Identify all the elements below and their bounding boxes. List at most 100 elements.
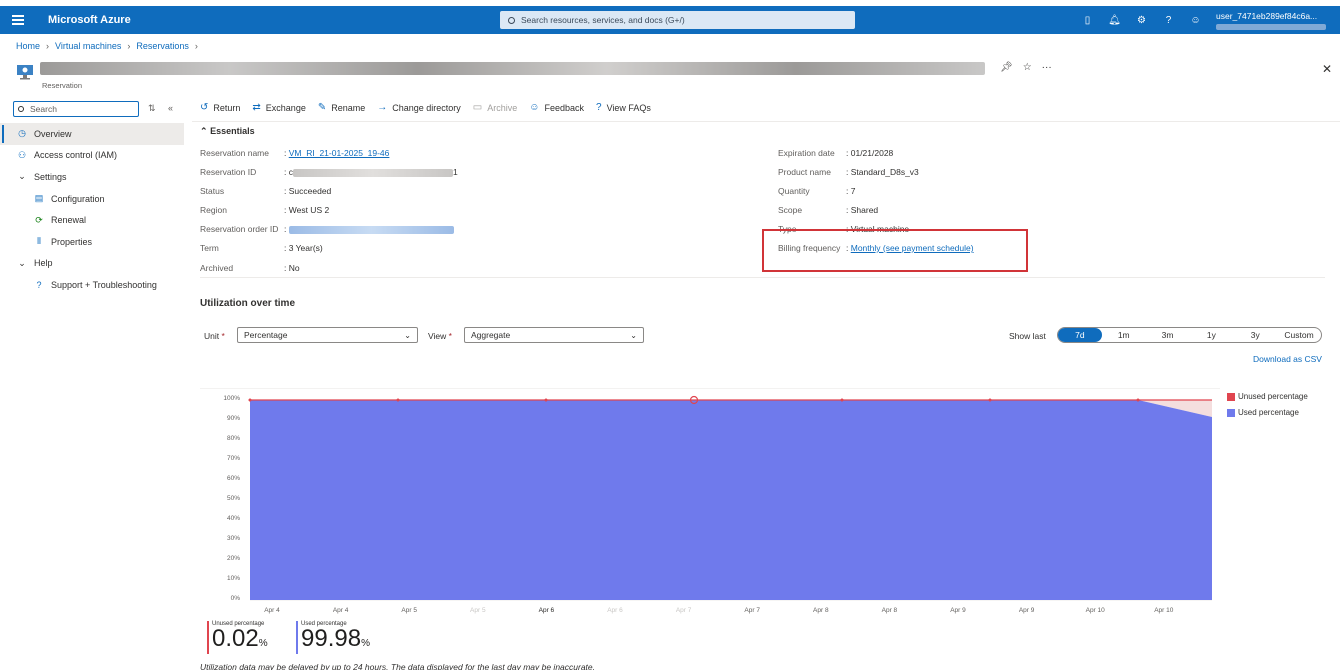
view-faqs-button[interactable]: ? View FAQs xyxy=(596,102,651,113)
help-icon[interactable]: ? xyxy=(1155,6,1182,34)
command-bar: ↺ Return ⇄ Exchange ✎ Rename → Change direct… xyxy=(200,102,663,113)
reservation-id-end: 1 xyxy=(452,167,458,177)
order-id-link-redacted[interactable] xyxy=(288,225,454,234)
breadcrumb-virtual-machines[interactable]: Virtual machines xyxy=(55,41,121,51)
properties-icon: ⫴ xyxy=(37,236,41,247)
range-option-1y[interactable]: 1y xyxy=(1189,328,1233,342)
essentials-region: Region : West US 2 xyxy=(200,205,329,215)
essentials-title: Essentials xyxy=(210,126,255,136)
change-directory-button[interactable]: → Change directory xyxy=(377,102,461,113)
chevron-up-icon: ⌃ xyxy=(200,126,208,136)
cloud-shell-icon[interactable]: ▯ xyxy=(1074,6,1101,34)
data-delay-note: Utilization data may be delayed by up to… xyxy=(200,662,596,670)
breadcrumb-reservations[interactable]: Reservations xyxy=(136,41,189,51)
feedback-icon[interactable]: ☺ xyxy=(1182,6,1209,34)
expiration-value: 01/21/2028 xyxy=(850,148,894,158)
essentials-toggle[interactable]: ⌃ Essentials xyxy=(200,126,255,137)
page-title-redacted xyxy=(40,62,985,75)
overview-icon: ◷ xyxy=(18,128,26,139)
more-options-icon[interactable]: ··· xyxy=(1042,62,1052,73)
sidebar-item-configuration[interactable]: ▤ Configuration xyxy=(0,188,184,210)
range-option-3m[interactable]: 3m xyxy=(1146,328,1190,342)
essentials-product-name: Product name : Standard_D8s_v3 xyxy=(778,167,919,177)
sidebar-item-help[interactable]: ⌄ Help xyxy=(0,253,184,275)
field-value: : xyxy=(284,224,454,234)
arrow-right-icon: → xyxy=(377,102,388,113)
x-tick-label: Apr 7 xyxy=(675,607,692,614)
kpi-color-bar xyxy=(296,621,298,654)
utilization-chart-frame xyxy=(200,388,1220,616)
return-button[interactable]: ↺ Return xyxy=(200,102,240,113)
breadcrumb-separator-icon: › xyxy=(194,41,198,51)
sidebar-item-properties[interactable]: ⫴ Properties xyxy=(0,231,184,253)
essentials-scope: Scope : Shared xyxy=(778,205,878,215)
sidebar-item-support-troubleshooting[interactable]: ? Support + Troubleshooting xyxy=(0,274,184,296)
portal-brand[interactable]: Microsoft Azure xyxy=(48,14,131,26)
field-label: Expiration date xyxy=(778,148,835,158)
exchange-button[interactable]: ⇄ Exchange xyxy=(252,102,305,113)
sidebar-item-renewal[interactable]: ⟳ Renewal xyxy=(0,209,184,231)
unit-dropdown[interactable]: Percentage ⌄ xyxy=(237,327,418,343)
sidebar-search-input[interactable]: Search xyxy=(13,101,139,117)
close-icon[interactable]: ✕ xyxy=(1322,62,1332,76)
reservation-name-link[interactable]: VM_RI_21-01-2025_19-46 xyxy=(289,148,390,158)
field-label: Quantity xyxy=(778,186,810,196)
sidebar-item-settings[interactable]: ⌄ Settings xyxy=(0,166,184,188)
field-value: : 01/21/2028 xyxy=(846,148,894,158)
field-label: Reservation order ID xyxy=(200,224,279,234)
view-dropdown[interactable]: Aggregate ⌄ xyxy=(464,327,644,343)
highlight-box xyxy=(762,229,1028,272)
range-option-custom[interactable]: Custom xyxy=(1277,328,1321,342)
essentials-term: Term : 3 Year(s) xyxy=(200,243,323,253)
global-search-input[interactable]: Search resources, services, and docs (G+… xyxy=(500,11,855,29)
field-value: : 3 Year(s) xyxy=(284,243,323,253)
breadcrumb: Home › Virtual machines › Reservations › xyxy=(16,41,198,51)
essentials-archived: Archived : No xyxy=(200,263,300,273)
range-option-7d[interactable]: 7d xyxy=(1058,328,1102,342)
field-value: : Shared xyxy=(846,205,879,215)
y-tick-label: 10% xyxy=(226,575,240,582)
sidebar-item-label: Support + Troubleshooting xyxy=(51,279,157,290)
field-label: Reservation ID xyxy=(200,167,257,177)
expand-collapse-icon[interactable]: ⇅ xyxy=(148,103,156,114)
kpi-value: 0.02 xyxy=(212,625,259,652)
account-menu[interactable]: user_7471eb289ef84c6a... xyxy=(1216,11,1326,30)
x-tick-label: Apr 5 xyxy=(401,607,417,614)
breadcrumb-home[interactable]: Home xyxy=(16,41,40,51)
tenant-name-redacted xyxy=(1216,24,1326,30)
range-option-1m[interactable]: 1m xyxy=(1102,328,1146,342)
feedback-button[interactable]: ☺ Feedback xyxy=(529,102,584,113)
top-bar: Microsoft Azure Search resources, servic… xyxy=(0,6,1340,34)
favorite-star-icon[interactable]: ☆ xyxy=(1023,62,1032,73)
reservation-icon xyxy=(17,65,33,80)
collapse-sidebar-icon[interactable]: « xyxy=(168,103,173,113)
x-tick-label: Apr 4 xyxy=(264,607,280,614)
x-tick-label: Apr 8 xyxy=(813,607,829,614)
range-option-3y[interactable]: 3y xyxy=(1233,328,1277,342)
sidebar-item-access-control-iam[interactable]: ⚇ Access control (IAM) xyxy=(0,145,184,167)
x-tick-label: Apr 6 xyxy=(607,607,623,614)
field-value: : VM_RI_21-01-2025_19-46 xyxy=(284,148,390,158)
settings-gear-icon[interactable]: ⚙ xyxy=(1128,6,1155,34)
header-actions: 📌︎ ☆ ··· xyxy=(1000,62,1052,73)
archive-button[interactable]: ▭ Archive xyxy=(473,102,517,113)
hamburger-menu-icon[interactable] xyxy=(0,6,36,34)
download-csv-link[interactable]: Download as CSV xyxy=(1253,354,1322,364)
legend-unused[interactable]: Unused percentage xyxy=(1227,392,1308,401)
unit-dropdown-value: Percentage xyxy=(244,330,288,340)
sidebar-item-overview[interactable]: ◷ Overview xyxy=(0,123,184,145)
page-subtitle: Reservation xyxy=(42,81,83,90)
rename-button[interactable]: ✎ Rename xyxy=(318,102,365,113)
field-value: : c1 xyxy=(284,167,458,177)
legend-used[interactable]: Used percentage xyxy=(1227,408,1299,417)
sidebar-item-label: Settings xyxy=(34,171,67,182)
kpi-unit: % xyxy=(361,638,370,649)
feedback-icon: ☺ xyxy=(529,102,540,113)
essentials-expiration-date: Expiration date : 01/21/2028 xyxy=(778,148,893,158)
pin-icon[interactable]: 📌︎ xyxy=(1000,62,1013,73)
x-tick-label: Apr 4 xyxy=(332,607,349,614)
legend-label-unused: Unused percentage xyxy=(1238,392,1308,401)
chevron-down-icon: ⌄ xyxy=(630,331,637,340)
show-last-label: Show last xyxy=(1009,331,1046,341)
notifications-icon[interactable]: 🔔︎ xyxy=(1101,6,1128,34)
